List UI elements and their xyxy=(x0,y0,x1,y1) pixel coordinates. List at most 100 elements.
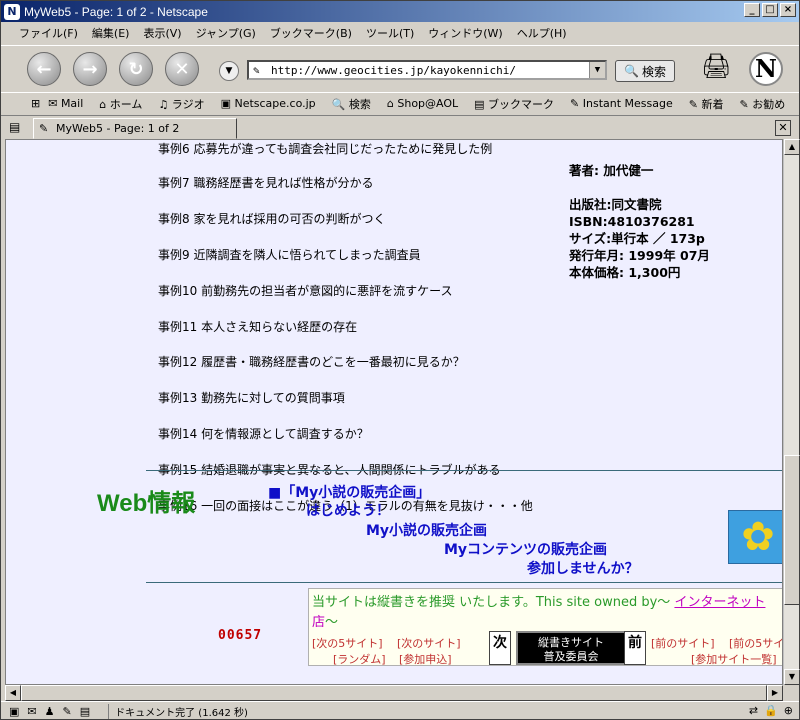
menu-view[interactable]: 表示(V) xyxy=(143,25,181,41)
tab-list-icon[interactable]: ▤ xyxy=(9,120,20,134)
mail-icon[interactable]: ✉ xyxy=(27,705,36,718)
case-item: 事例10 前勤務先の担当者が意図的に悪評を流すケース xyxy=(158,284,453,298)
bookmark-home-label: ホーム xyxy=(109,97,143,111)
forward-button[interactable]: → xyxy=(73,52,107,86)
page-icon: ✎ xyxy=(253,64,260,77)
bookmark-new[interactable]: ✎ 新着 xyxy=(689,96,732,112)
reload-button[interactable]: ↻ xyxy=(119,52,153,86)
horizontal-scroll-thumb[interactable] xyxy=(21,685,767,701)
vertical-writing-committee-logo[interactable]: 縦書きサイト 普及委員会 xyxy=(516,631,626,665)
owner-link[interactable]: インターネット xyxy=(674,595,765,610)
bookmark-radio-label: ラジオ xyxy=(171,97,205,111)
next-5-sites-link[interactable]: [次の5サイト] xyxy=(312,635,383,651)
scroll-down-button[interactable]: ▼ xyxy=(784,669,800,685)
bookmark-shop[interactable]: ⌂ Shop@AOL xyxy=(387,97,466,110)
reload-icon: ↻ xyxy=(128,58,144,80)
navigation-toolbar: ← → ↻ ✕ ▼ ✎ http://www.geocities.jp/kayo… xyxy=(1,45,799,91)
scroll-up-button[interactable]: ▲ xyxy=(784,139,800,155)
url-bar[interactable]: ✎ http://www.geocities.jp/kayokennichi/ … xyxy=(247,60,607,80)
flower-banner-image[interactable]: ✿ xyxy=(728,510,782,564)
minimize-button[interactable]: _ xyxy=(744,3,760,17)
owner-link-cont[interactable]: 店 xyxy=(312,615,325,630)
book-info: 著者: 加代健一 出版社:同文書院 ISBN:4810376281 サイズ:単行… xyxy=(569,162,710,281)
security-lock-icon[interactable]: 🔒 xyxy=(764,704,778,717)
print-icon[interactable]: 🖨 xyxy=(701,52,731,80)
bookmark-recommend[interactable]: ✎ お勧め xyxy=(739,96,793,112)
close-tab-button[interactable]: ✕ xyxy=(775,120,791,136)
composer-icon[interactable]: ✎ xyxy=(63,705,72,718)
home-tab-icon[interactable]: ⊞ xyxy=(31,97,40,110)
book-price: 本体価格: 1,300円 xyxy=(569,265,681,280)
url-dropdown-button[interactable]: ▼ xyxy=(589,62,605,78)
webring-notice-text: 当サイトは縦書きを推奨 いたします。This site owned by～ xyxy=(312,595,671,610)
address-book-icon[interactable]: ▤ xyxy=(80,705,90,718)
bookmark-search-label: 検索 xyxy=(348,97,371,111)
bookmark-shop-label: Shop@AOL xyxy=(397,97,459,110)
novel-sales-link[interactable]: My小説の販売企画 xyxy=(366,520,487,540)
bookmark-bookmarks[interactable]: ▤ ブックマーク xyxy=(474,96,562,112)
case-item: 事例8 家を見れば採用の可否の判断がつく xyxy=(158,212,386,226)
prev-site-link[interactable]: [前のサイト] xyxy=(651,635,715,651)
chevron-down-icon: ▼ xyxy=(225,66,233,76)
next-site-link[interactable]: [次のサイト] xyxy=(397,635,461,651)
next-button[interactable]: 次 xyxy=(489,631,511,665)
random-link[interactable]: [ランダム] xyxy=(333,651,386,667)
divider xyxy=(146,582,782,583)
bookmark-home[interactable]: ⌂ ホーム xyxy=(99,96,150,112)
menu-window[interactable]: ウィンドウ(W) xyxy=(428,25,502,41)
stop-button[interactable]: ✕ xyxy=(165,52,199,86)
im-icon[interactable]: ♟ xyxy=(45,705,55,718)
divider xyxy=(146,470,782,471)
search-button-label: 検索 xyxy=(641,64,666,79)
history-dropdown-button[interactable]: ▼ xyxy=(219,61,239,81)
menu-help[interactable]: ヘルプ(H) xyxy=(517,25,567,41)
book-author: 著者: 加代健一 xyxy=(569,163,654,178)
menu-bar: ファイル(F) 編集(E) 表示(V) ジャンプ(G) ブックマーク(B) ツー… xyxy=(1,23,799,43)
bookmark-netscape[interactable]: ▣ Netscape.co.jp xyxy=(221,97,324,110)
search-button[interactable]: 🔍 検索 xyxy=(615,60,675,82)
bookmark-mail[interactable]: ✉ Mail xyxy=(48,97,91,110)
prev-button[interactable]: 前 xyxy=(624,631,646,665)
maximize-button[interactable]: □ xyxy=(762,3,778,17)
bookmark-search[interactable]: 🔍 検索 xyxy=(332,96,379,112)
webring-notice-cont: 店～ xyxy=(312,611,338,630)
bookmark-im[interactable]: ✎ Instant Message xyxy=(570,97,681,110)
site-list-link[interactable]: [参加サイト一覧] xyxy=(691,651,777,667)
url-text: http://www.geocities.jp/kayokennichi/ xyxy=(271,64,517,77)
horizontal-scrollbar[interactable]: ◀ ▶ xyxy=(5,685,783,701)
join-link[interactable]: 参加しませんか？ xyxy=(527,558,639,578)
bookmark-im-label: Instant Message xyxy=(582,97,673,110)
window-title: MyWeb5 - Page: 1 of 2 - Netscape xyxy=(24,4,208,19)
scroll-right-button[interactable]: ▶ xyxy=(767,685,783,701)
navigator-icon[interactable]: ▣ xyxy=(9,705,19,718)
join-request-link[interactable]: [参加申込] xyxy=(399,651,452,667)
bookmark-radio[interactable]: ♫ ラジオ xyxy=(158,96,212,112)
online-icon[interactable]: ⇄ xyxy=(749,704,758,717)
menu-edit[interactable]: 編集(E) xyxy=(92,25,130,41)
bookmark-recommend-label: お勧め xyxy=(752,97,786,111)
notice-tilde: ～ xyxy=(325,615,339,630)
tab-strip: ▤ ✎ MyWeb5 - Page: 1 of 2 ✕ xyxy=(1,115,799,139)
tab-myweb5[interactable]: ✎ MyWeb5 - Page: 1 of 2 xyxy=(33,118,237,139)
menu-file[interactable]: ファイル(F) xyxy=(19,25,78,41)
vertical-scrollbar[interactable]: ▲ ▼ xyxy=(783,139,800,685)
access-counter: 00657 xyxy=(218,628,263,643)
content-sales-link[interactable]: Myコンテンツの販売企画 xyxy=(444,539,607,559)
stop-icon: ✕ xyxy=(174,58,190,80)
zoom-icon[interactable]: ⊕ xyxy=(784,704,793,717)
status-indicators: ⇄ 🔒 ⊕ xyxy=(749,704,793,717)
prev-5-sites-link[interactable]: [前の5サイ xyxy=(729,635,782,651)
web-info-heading: Web情報 xyxy=(97,490,196,517)
menu-bookmarks[interactable]: ブックマーク(B) xyxy=(270,25,352,41)
menu-go[interactable]: ジャンプ(G) xyxy=(196,25,256,41)
vertical-scroll-thumb[interactable] xyxy=(784,455,800,605)
menu-tools[interactable]: ツール(T) xyxy=(366,25,414,41)
close-button[interactable]: × xyxy=(780,3,796,17)
netscape-app-icon: N xyxy=(4,3,20,20)
novel-sales-banner-link[interactable]: ■「My小説の販売企画」 xyxy=(268,482,430,502)
case-item: 事例11 本人さえ知らない経歴の存在 xyxy=(158,320,358,334)
scroll-left-button[interactable]: ◀ xyxy=(5,685,21,701)
case-item: 事例7 職務経歴書を見れば性格が分かる xyxy=(158,176,374,190)
novel-sales-banner-sub[interactable]: はじめよう！ xyxy=(306,500,390,520)
back-button[interactable]: ← xyxy=(27,52,61,86)
